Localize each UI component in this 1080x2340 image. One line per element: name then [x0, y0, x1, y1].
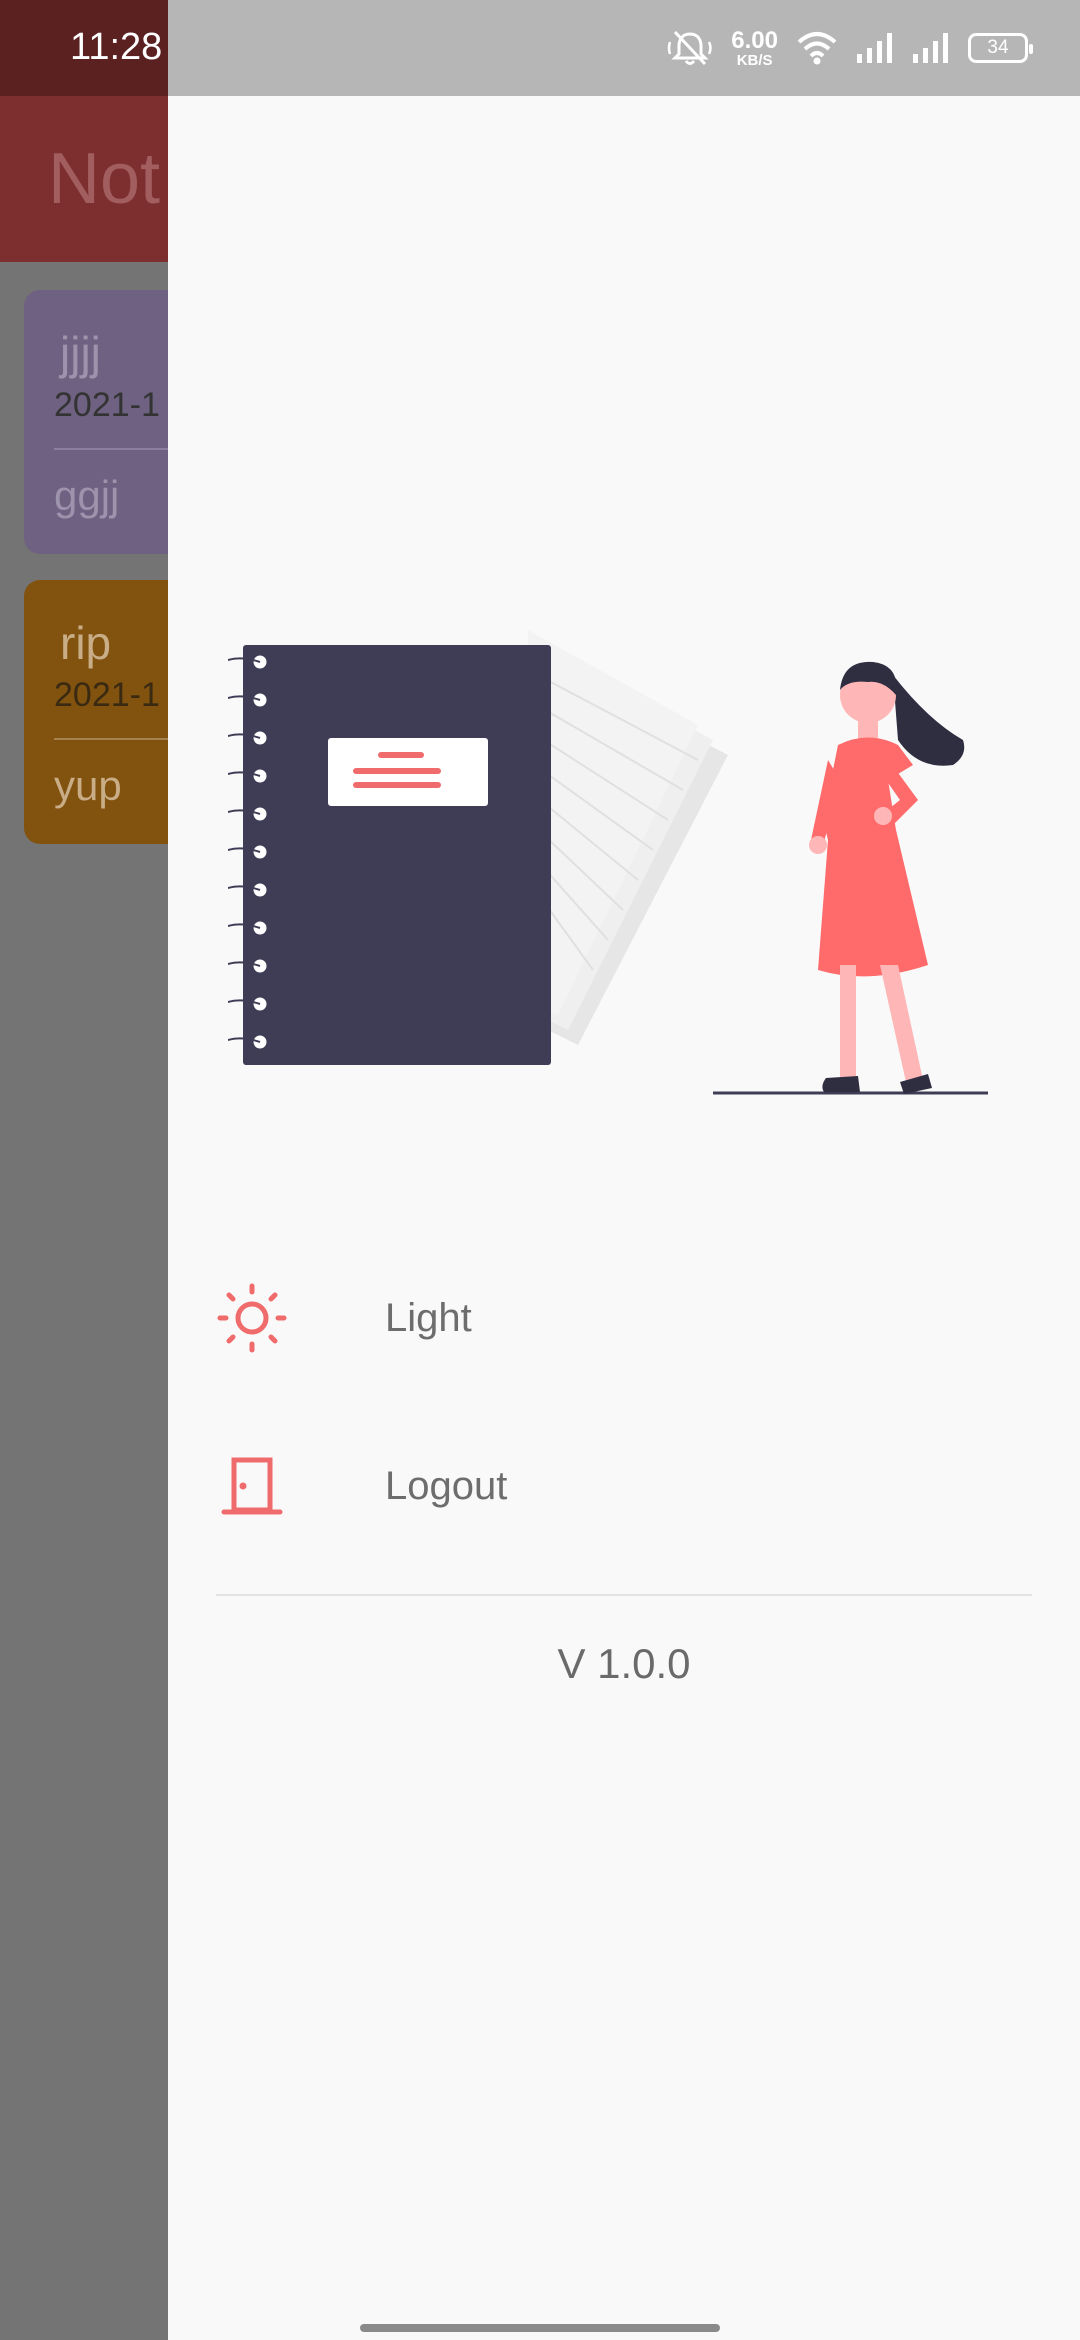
note-date: 2021-1	[54, 386, 160, 424]
network-speed-unit: KB/S	[736, 51, 773, 69]
status-bar: 6.00 KB/S 34	[168, 0, 1080, 96]
battery-icon: 34	[968, 33, 1033, 63]
notebook-cover	[243, 645, 551, 1065]
note-body: yup	[54, 762, 122, 809]
navigation-drawer: 6.00 KB/S 34 Light Logout V 1.0.0	[168, 0, 1080, 2340]
notebook-illustration	[228, 630, 988, 1095]
note-title: jjjj	[60, 327, 101, 379]
network-speed: 6.00 KB/S	[731, 26, 778, 69]
status-icons: 6.00 KB/S 34	[667, 26, 1033, 70]
app-title: Not	[48, 139, 161, 219]
sun-icon	[217, 1283, 287, 1353]
home-indicator[interactable]	[360, 2324, 720, 2332]
app-version: V 1.0.0	[557, 1640, 691, 1687]
network-speed-value: 6.00	[731, 26, 778, 54]
note-body: ggjj	[54, 472, 120, 519]
door-icon	[221, 1457, 283, 1515]
wifi-icon	[797, 32, 837, 65]
signal-icon	[857, 33, 892, 63]
menu-item-light[interactable]: Light	[168, 1243, 1080, 1393]
note-title: rip	[60, 617, 112, 669]
signal-icon	[913, 33, 948, 63]
drawer-divider	[216, 1594, 1032, 1596]
menu-item-label: Light	[385, 1295, 472, 1340]
battery-level: 34	[987, 37, 1009, 58]
note-date: 2021-1	[54, 676, 160, 714]
paper-sheets	[527, 630, 728, 1045]
woman-figure	[713, 661, 988, 1095]
status-time: 11:28	[70, 26, 163, 68]
menu-item-label: Logout	[385, 1463, 508, 1508]
menu-item-logout[interactable]: Logout	[168, 1411, 1080, 1561]
bell-off-icon	[668, 30, 713, 66]
